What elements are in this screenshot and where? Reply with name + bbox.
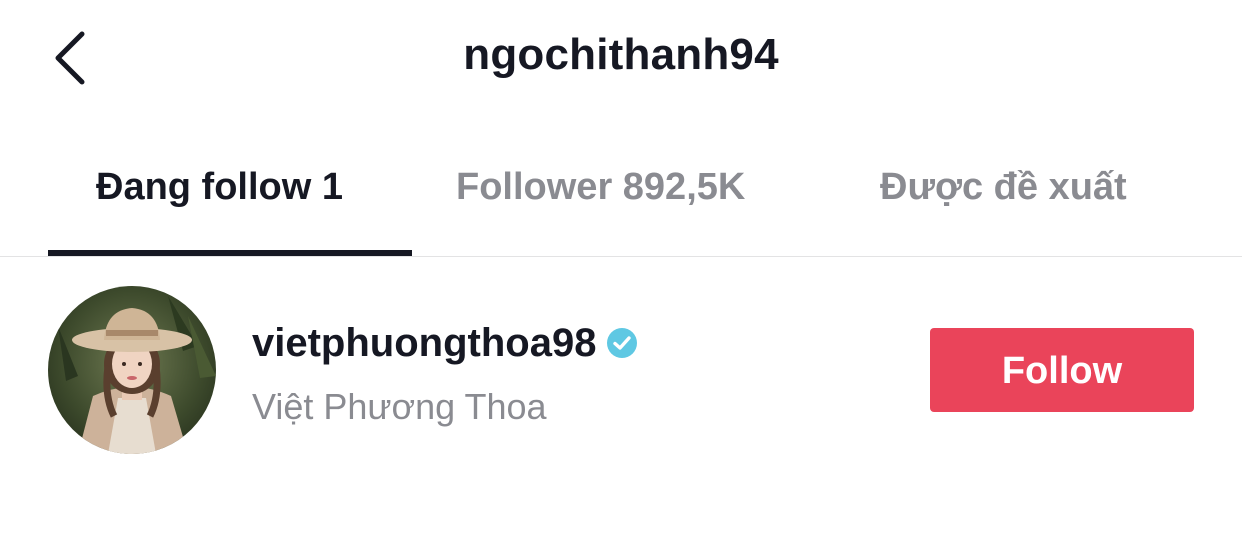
page-title: ngochithanh94 [463,30,779,79]
top-bar: ngochithanh94 [0,0,1242,120]
username[interactable]: vietphuongthoa98 [252,321,596,366]
list-item[interactable]: vietphuongthoa98 Việt Phương Thoa Follow [0,256,1242,476]
avatar[interactable] [48,286,216,454]
tab-followers[interactable]: Follower 892,5K [456,166,745,209]
tab-following[interactable]: Đang follow 1 [96,166,343,209]
follow-button[interactable]: Follow [930,328,1194,412]
verified-badge-icon [606,327,638,359]
tab-bar: Đang follow 1 Follower 892,5K Được đề xu… [0,150,1242,257]
username-row: vietphuongthoa98 [252,318,638,368]
display-name: Việt Phương Thoa [252,386,547,427]
tab-suggested[interactable]: Được đề xuất [880,166,1127,209]
